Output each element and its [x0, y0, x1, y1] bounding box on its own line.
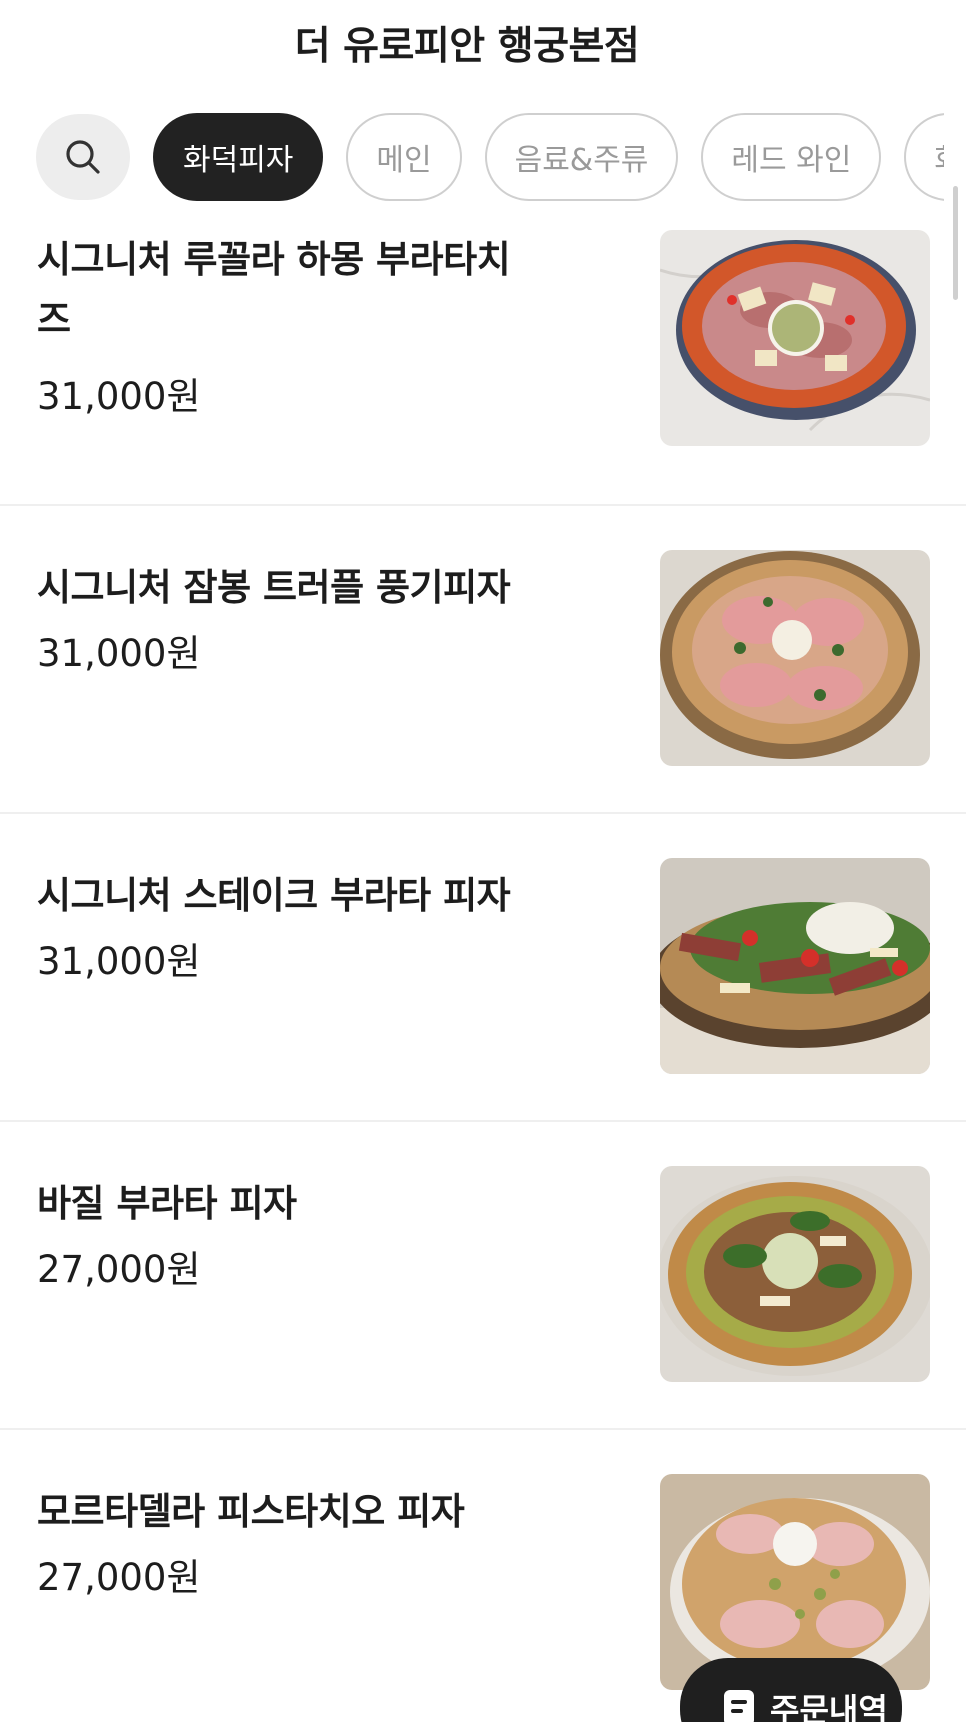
menu-item-name: 모르타델라 피스타치오 피자	[37, 1490, 465, 1533]
menu-item-price: 27,000원	[37, 1248, 201, 1291]
menu-page: 더 유로피안 행궁본점 화덕피자 메인 음료&주류 레드 와인 화이 시그니처 …	[0, 0, 966, 1722]
receipt-icon	[724, 1690, 754, 1722]
menu-item[interactable]: 시그니처 스테이크 부라타 피자 31,000원	[0, 814, 966, 1122]
menu-item-image	[660, 230, 930, 446]
menu-item-image	[660, 550, 930, 766]
menu-item-name: 바질 부라타 피자	[37, 1182, 297, 1225]
store-title: 더 유로피안 행궁본점	[294, 24, 640, 69]
menu-item[interactable]: 시그니처 잠봉 트러플 풍기피자 31,000원	[0, 506, 966, 814]
menu-item-price: 31,000원	[37, 632, 201, 675]
menu-item[interactable]: 시그니처 루꼴라 하몽 부라타치즈 31,000원	[0, 200, 966, 506]
tab-white-wine[interactable]: 화이	[904, 113, 944, 201]
menu-item-name: 시그니처 스테이크 부라타 피자	[37, 874, 511, 917]
tab-main[interactable]: 메인	[346, 113, 462, 201]
tab-pizza[interactable]: 화덕피자	[153, 113, 324, 201]
menu-item-price: 27,000원	[37, 1556, 201, 1599]
order-history-button[interactable]: 주문내역	[680, 1658, 902, 1722]
tab-red-wine[interactable]: 레드 와인	[701, 113, 882, 201]
menu-item-image	[660, 1166, 930, 1382]
search-button[interactable]	[36, 114, 130, 200]
order-history-label: 주문내역	[770, 1691, 888, 1722]
menu-item-image	[660, 858, 930, 1074]
tab-drinks[interactable]: 음료&주류	[484, 113, 679, 201]
header: 더 유로피안 행궁본점	[0, 0, 966, 86]
search-icon	[66, 140, 100, 174]
menu-item-name: 시그니처 루꼴라 하몽 부라타치즈	[37, 238, 511, 341]
menu-item-name: 시그니처 잠봉 트러플 풍기피자	[37, 566, 511, 609]
menu-item[interactable]: 바질 부라타 피자 27,000원	[0, 1122, 966, 1430]
menu-item-price: 31,000원	[37, 940, 201, 983]
menu-item-price: 31,000원	[37, 375, 201, 418]
category-tabs: 화덕피자 메인 음료&주류 레드 와인 화이	[36, 112, 944, 202]
